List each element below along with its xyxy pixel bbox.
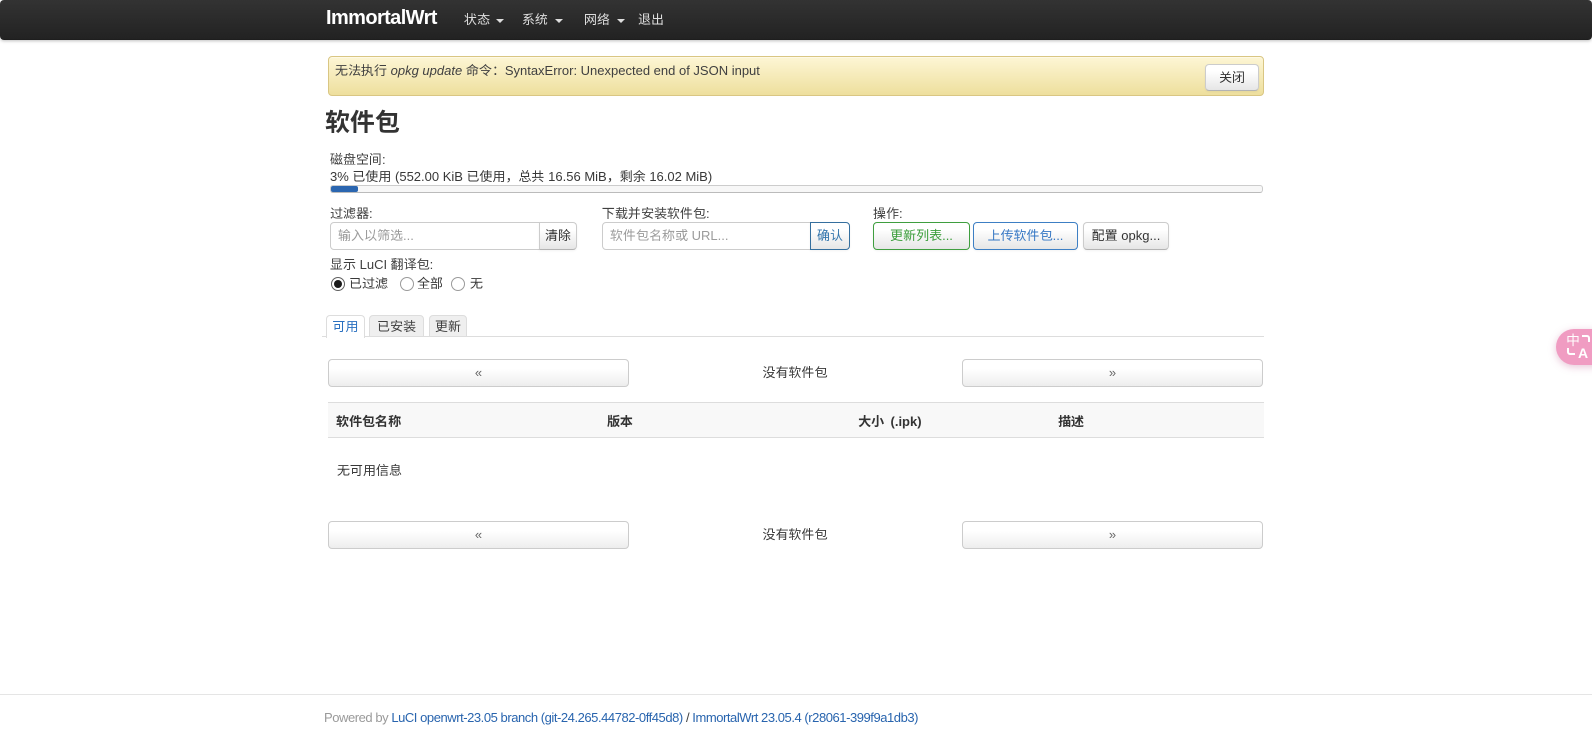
- svg-text:A: A: [1578, 345, 1588, 361]
